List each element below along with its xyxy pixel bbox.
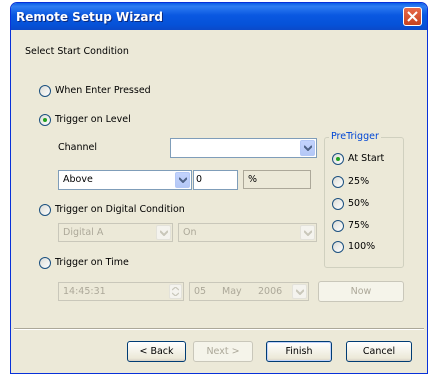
radio-trigger-on-time[interactable]: [39, 257, 51, 269]
label-trigger-on-digital[interactable]: Trigger on Digital Condition: [55, 204, 185, 215]
pretrigger-title: PreTrigger: [329, 131, 381, 142]
title-bar[interactable]: Remote Setup Wizard: [11, 3, 427, 30]
unit-box: %: [243, 170, 311, 189]
date-dropdown-button[interactable]: [292, 284, 307, 299]
footer-divider: [14, 328, 424, 330]
close-icon: [407, 11, 418, 22]
wizard-content: Select Start Condition When Enter Presse…: [14, 30, 424, 370]
threshold-value: 0: [196, 174, 203, 185]
digital-input-value: Digital A: [63, 227, 104, 238]
label-pretrigger-at-start[interactable]: At Start: [348, 153, 384, 164]
time-spin-button[interactable]: [169, 284, 182, 299]
time-value: 14:45:31: [63, 286, 106, 297]
channel-dropdown-button[interactable]: [300, 140, 315, 156]
radio-trigger-on-level[interactable]: [39, 114, 51, 126]
label-pretrigger-75[interactable]: 75%: [348, 220, 369, 231]
channel-label: Channel: [58, 142, 98, 153]
spinner-arrows-icon: [172, 287, 179, 296]
now-button[interactable]: Now: [318, 281, 404, 302]
page-heading: Select Start Condition: [25, 46, 129, 57]
label-when-enter-pressed[interactable]: When Enter Pressed: [55, 85, 151, 96]
cancel-button[interactable]: Cancel: [346, 341, 412, 362]
date-picker[interactable]: 05 May 2006: [189, 282, 309, 301]
digital-input-dropdown[interactable]: Digital A: [58, 223, 173, 242]
wizard-window: Remote Setup Wizard Select Start Conditi…: [10, 2, 428, 374]
date-year: 2006: [258, 286, 283, 297]
time-picker[interactable]: 14:45:31: [58, 282, 184, 301]
label-pretrigger-100[interactable]: 100%: [348, 241, 375, 252]
chevron-down-icon: [179, 177, 187, 183]
window-title: Remote Setup Wizard: [16, 10, 163, 24]
label-trigger-on-level[interactable]: Trigger on Level: [55, 114, 131, 125]
digital-state-value: On: [183, 227, 197, 238]
label-trigger-on-time[interactable]: Trigger on Time: [55, 257, 129, 268]
next-button[interactable]: Next >: [193, 341, 253, 362]
finish-button[interactable]: Finish: [266, 341, 332, 362]
radio-pretrigger-75[interactable]: [332, 220, 344, 232]
chevron-down-icon: [296, 289, 304, 295]
chevron-down-icon: [304, 230, 312, 236]
chevron-down-icon: [304, 145, 312, 151]
radio-pretrigger-100[interactable]: [332, 241, 344, 253]
radio-pretrigger-25[interactable]: [332, 176, 344, 188]
unit-label: %: [248, 174, 258, 185]
condition-dropdown-button[interactable]: [175, 172, 190, 188]
radio-pretrigger-at-start[interactable]: [332, 153, 344, 165]
date-day: 05: [194, 286, 207, 297]
back-button[interactable]: < Back: [127, 341, 186, 362]
condition-dropdown[interactable]: Above: [58, 170, 192, 190]
label-pretrigger-50[interactable]: 50%: [348, 198, 369, 209]
radio-trigger-on-digital[interactable]: [39, 204, 51, 216]
radio-pretrigger-50[interactable]: [332, 198, 344, 210]
close-button[interactable]: [403, 7, 422, 26]
condition-value: Above: [63, 174, 93, 185]
date-month: May: [222, 286, 242, 297]
chevron-down-icon: [160, 230, 168, 236]
digital-state-dropdown[interactable]: On: [178, 223, 317, 242]
threshold-input[interactable]: 0: [193, 170, 238, 190]
digital-input-dropdown-button[interactable]: [156, 225, 171, 240]
radio-when-enter-pressed[interactable]: [39, 85, 51, 97]
channel-dropdown[interactable]: [170, 138, 317, 158]
label-pretrigger-25[interactable]: 25%: [348, 176, 369, 187]
digital-state-dropdown-button[interactable]: [300, 225, 315, 240]
